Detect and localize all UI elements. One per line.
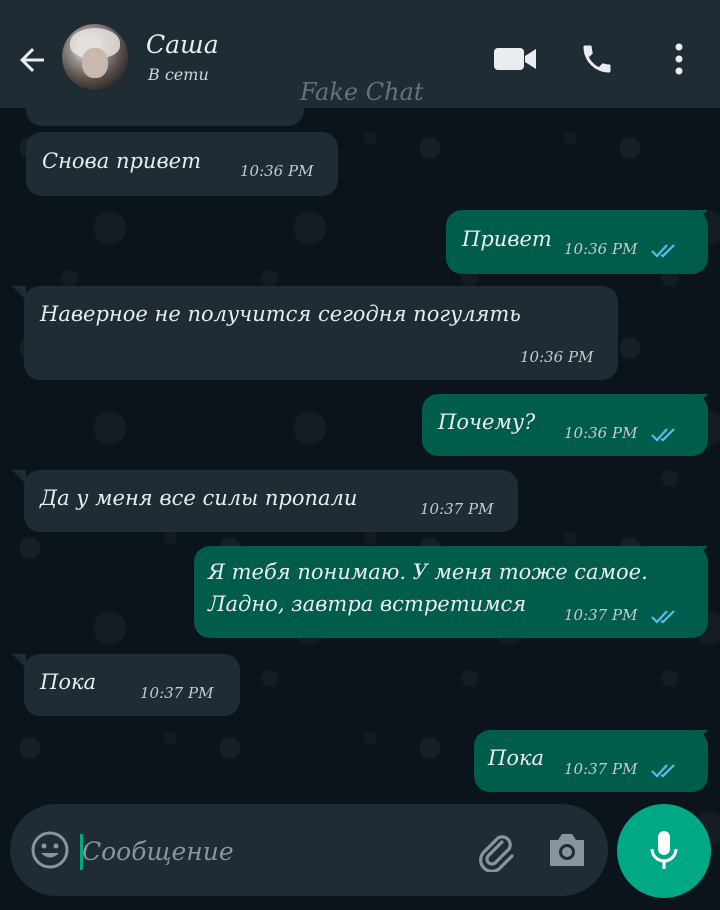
message-composer — [10, 804, 608, 896]
message-time: 10:37 PM — [564, 760, 638, 778]
arrow-left-icon — [20, 48, 44, 72]
voice-message-button[interactable] — [617, 804, 711, 898]
avatar[interactable] — [62, 24, 128, 90]
message-bubble-outgoing[interactable]: Привет 10:36 PM — [446, 210, 708, 274]
menu-button[interactable] — [654, 34, 704, 84]
message-text: Пока — [40, 670, 97, 694]
message-time: 10:36 PM — [564, 424, 638, 442]
voice-call-button[interactable] — [572, 34, 622, 84]
contact-status: В сети — [148, 65, 209, 84]
video-call-button[interactable] — [490, 34, 540, 84]
message-bubble-incoming[interactable]: Наверное не получится сегодня погулять 1… — [24, 286, 618, 380]
message-time: 10:36 PM — [240, 162, 314, 180]
paperclip-icon — [479, 835, 514, 873]
message-text-line2: Ладно, завтра встретимся — [208, 592, 527, 616]
message-text-line1: Я тебя понимаю. У меня тоже самое. — [208, 560, 648, 584]
contact-name[interactable]: Саша — [146, 30, 219, 59]
chat-area[interactable]: Снова привет 10:36 PM Привет 10:36 PM На… — [0, 108, 720, 910]
message-time: 10:37 PM — [564, 606, 638, 624]
double-check-icon — [651, 764, 675, 778]
camera-icon — [550, 834, 584, 866]
more-vertical-icon — [675, 43, 683, 75]
message-bubble-incoming[interactable]: Снова привет 10:36 PM — [26, 132, 338, 196]
message-time: 10:37 PM — [420, 500, 494, 518]
message-time: 10:37 PM — [140, 684, 214, 702]
message-text: Наверное не получится сегодня погулять — [40, 302, 521, 326]
microphone-icon — [650, 831, 678, 869]
double-check-icon — [651, 244, 675, 258]
attach-button[interactable] — [472, 828, 516, 873]
message-bubble-partial — [26, 108, 304, 126]
message-input[interactable] — [82, 828, 442, 874]
message-bubble-outgoing[interactable]: Почему? 10:36 PM — [422, 394, 708, 456]
message-time: 10:36 PM — [564, 240, 638, 258]
message-bubble-outgoing[interactable]: Я тебя понимаю. У меня тоже самое. Ладно… — [194, 546, 708, 638]
watermark: Fake Chat — [300, 78, 424, 106]
back-button[interactable] — [10, 38, 54, 82]
message-bubble-incoming[interactable]: Пока 10:37 PM — [24, 654, 240, 716]
message-text: Привет — [462, 227, 552, 251]
message-text: Почему? — [438, 410, 536, 434]
message-time: 10:36 PM — [520, 348, 594, 366]
chat-header: Саша В сети Fake Chat — [0, 0, 720, 108]
double-check-icon — [651, 610, 675, 624]
message-bubble-incoming[interactable]: Да у меня все силы пропали 10:37 PM — [24, 470, 518, 532]
phone-icon — [583, 45, 611, 73]
emoji-button[interactable] — [30, 830, 70, 870]
camera-button[interactable] — [544, 830, 588, 870]
message-text: Пока — [488, 746, 545, 770]
message-text: Да у меня все силы пропали — [40, 486, 358, 510]
double-check-icon — [651, 428, 675, 442]
message-text: Снова привет — [42, 149, 202, 173]
message-bubble-outgoing[interactable]: Пока 10:37 PM — [474, 730, 708, 792]
smiley-icon — [31, 831, 69, 869]
video-camera-icon — [494, 48, 536, 70]
